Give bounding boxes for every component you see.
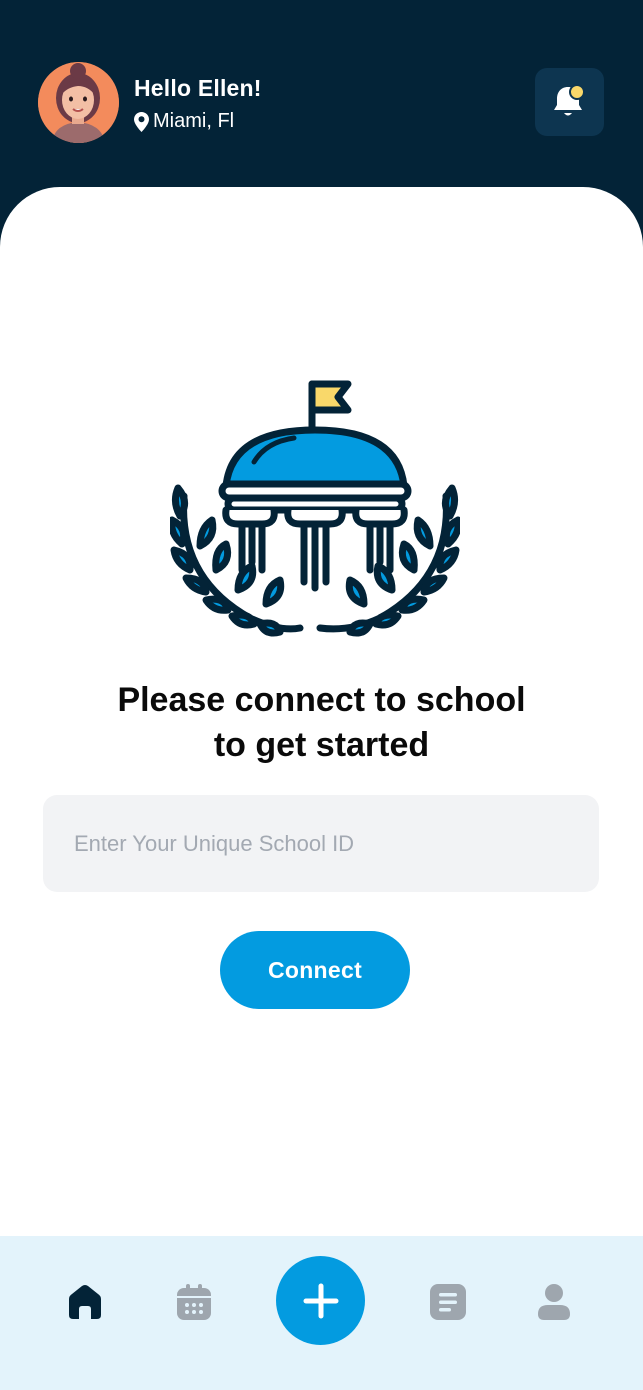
- connect-button[interactable]: Connect: [220, 931, 410, 1009]
- add-button[interactable]: [276, 1256, 365, 1345]
- user-avatar[interactable]: [38, 62, 119, 143]
- school-id-input[interactable]: [43, 795, 599, 892]
- calendar-icon: [177, 1284, 211, 1320]
- location-text: Miami, Fl: [153, 110, 235, 132]
- tab-home[interactable]: [63, 1280, 107, 1324]
- notes-icon: [430, 1284, 466, 1320]
- location-row: Miami, Fl: [134, 110, 234, 133]
- greeting-text: Hello Ellen!: [134, 75, 262, 101]
- headline-line-2: to get started: [213, 726, 430, 764]
- page-title: Please connect to school to get started: [40, 678, 603, 768]
- bell-icon: [553, 84, 585, 116]
- location-pin-icon: [134, 111, 149, 132]
- home-icon: [69, 1285, 101, 1319]
- notification-button[interactable]: [535, 68, 604, 136]
- headline-line-1: Please connect to school: [117, 681, 526, 719]
- profile-icon: [538, 1284, 570, 1320]
- school-building-icon: [170, 380, 460, 637]
- avatar-illustration: [38, 62, 119, 143]
- tab-notes[interactable]: [426, 1280, 470, 1324]
- tab-calendar[interactable]: [172, 1280, 216, 1324]
- tab-profile[interactable]: [532, 1280, 576, 1324]
- school-id-field-container: [43, 795, 599, 892]
- plus-icon: [303, 1283, 338, 1318]
